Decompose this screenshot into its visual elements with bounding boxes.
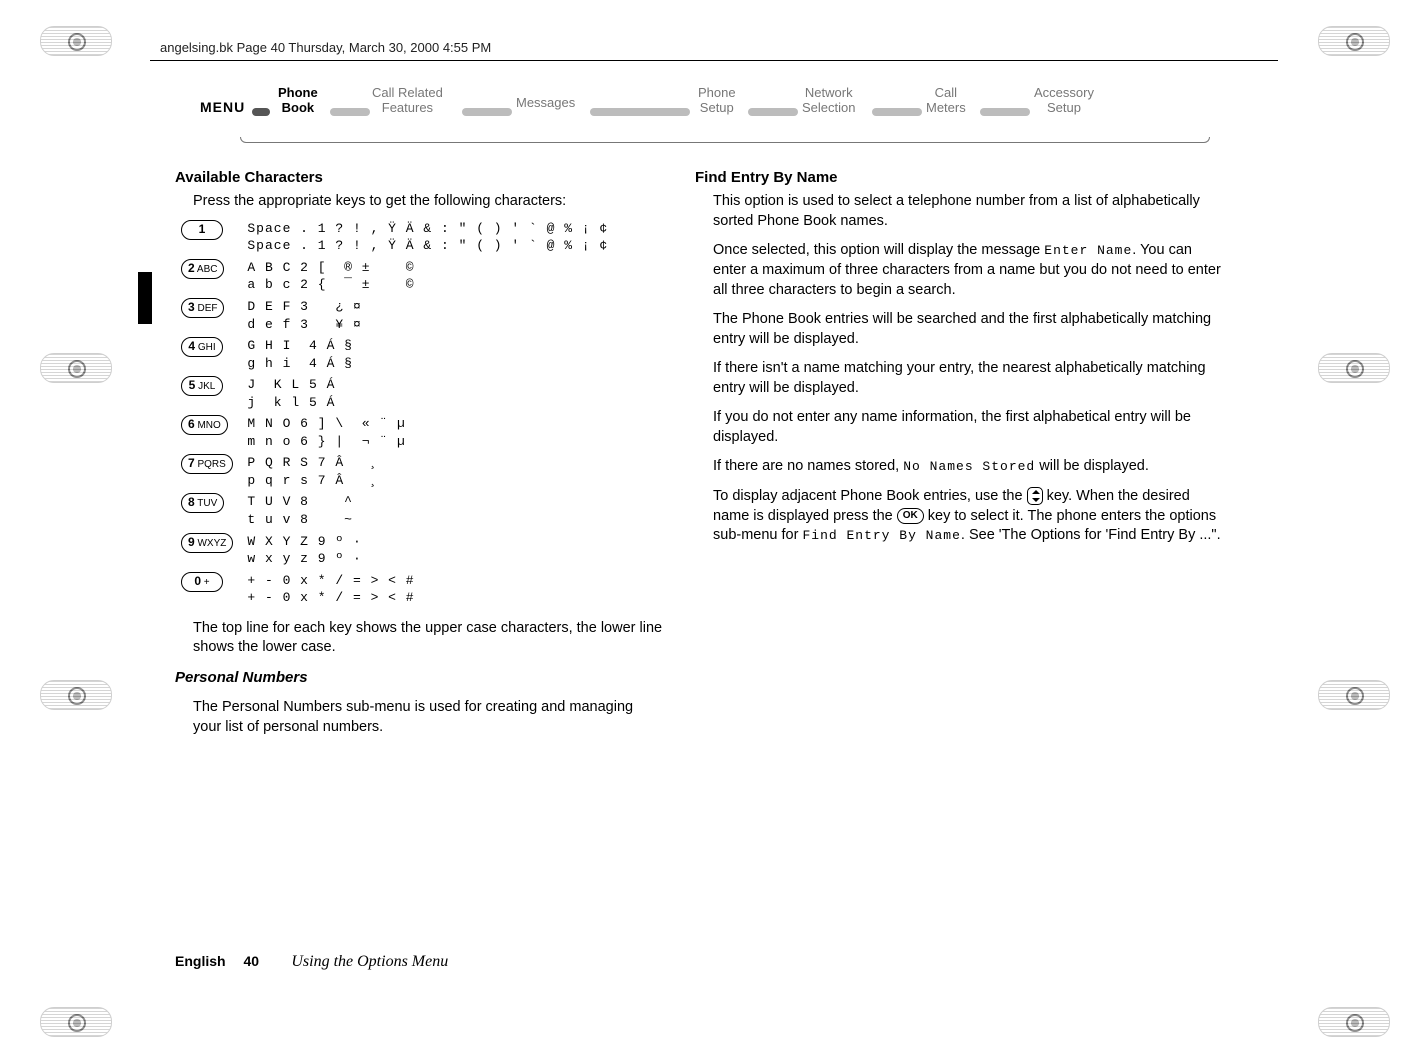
key-9-icon: 9 WXYZ (181, 533, 233, 553)
key-4-lower: g h i 4 Á § (247, 355, 608, 373)
key-3-lower: d e f 3 ¥ ¤ (247, 316, 608, 334)
key-2-icon: 2 ABC (181, 259, 224, 279)
key-8-icon: 8 TUV (181, 493, 224, 513)
key-5-icon: 5 JKL (181, 376, 223, 396)
find-p2: Once selected, this option will display … (713, 241, 1225, 300)
menu-ribbon: MENU PhoneBook Call RelatedFeatures Mess… (200, 85, 1210, 145)
key-7-lower: p q r s 7 Â ¸ (247, 472, 608, 490)
ribbon-item-call-related: Call RelatedFeatures (372, 85, 443, 115)
footer-language: English (175, 953, 226, 969)
key-1-upper: Space . 1 ? ! , Ÿ Ä & : " ( ) ' ` @ % ¡ … (247, 220, 608, 238)
key-4-upper: G H I 4 Á § (247, 337, 608, 355)
key-5-lower: j k l 5 Á (247, 394, 608, 412)
key-7-icon: 7 PQRS (181, 454, 233, 474)
footer-page-number: 40 (243, 953, 273, 969)
key-7-upper: P Q R S 7 Â ¸ (247, 454, 608, 472)
chars-intro: Press the appropriate keys to get the fo… (193, 192, 665, 212)
ribbon-item-messages: Messages (516, 95, 575, 110)
code-enter-name: Enter Name (1044, 243, 1132, 258)
ribbon-item-phone-setup: PhoneSetup (698, 85, 736, 115)
find-p3: The Phone Book entries will be searched … (713, 310, 1225, 349)
ribbon-item-network-selection: NetworkSelection (802, 85, 855, 115)
heading-available-characters: Available Characters (175, 168, 665, 188)
key-0-upper: + - 0 x * / = > < # (247, 572, 608, 590)
page-footer: English 40 Using the Options Menu (175, 953, 448, 971)
key-8-upper: T U V 8 ^ (247, 493, 608, 511)
chars-note: The top line for each key shows the uppe… (193, 619, 665, 658)
manual-page: { "header_line": "angelsing.bk Page 40 T… (0, 0, 1428, 1061)
find-p7: To display adjacent Phone Book entries, … (713, 487, 1225, 546)
ribbon-item-accessory-setup: AccessorySetup (1034, 85, 1094, 115)
find-p4: If there isn't a name matching your entr… (713, 359, 1225, 398)
key-6-icon: 6 MNO (181, 415, 228, 435)
find-p6: If there are no names stored, No Names S… (713, 457, 1225, 477)
key-6-lower: m n o 6 } | ¬ ¨ µ (247, 433, 608, 451)
key-4-icon: 4 GHI (181, 337, 223, 357)
spiral-binding-right (1308, 0, 1398, 1061)
spiral-binding-left (30, 0, 120, 1061)
ribbon-item-phone-book: PhoneBook (278, 85, 318, 115)
key-6-upper: M N O 6 ] \ « ¨ µ (247, 415, 608, 433)
left-column: Available Characters Press the appropria… (175, 168, 665, 737)
heading-personal-numbers: Personal Numbers (175, 668, 665, 688)
key-0-lower: + - 0 x * / = > < # (247, 589, 608, 607)
key-2-upper: A B C 2 [ ® ± © (247, 259, 608, 277)
code-no-names-stored: No Names Stored (903, 459, 1035, 474)
key-9-lower: w x y z 9 º · (247, 550, 608, 568)
key-0-icon: 0 + (181, 572, 223, 592)
key-2-lower: a b c 2 { ¯ ± © (247, 276, 608, 294)
ribbon-item-call-meters: CallMeters (926, 85, 966, 115)
key-8-lower: t u v 8 ~ (247, 511, 608, 529)
personal-numbers-body: The Personal Numbers sub-menu is used fo… (193, 698, 665, 737)
footer-chapter: Using the Options Menu (291, 953, 448, 970)
right-column: Find Entry By Name This option is used t… (695, 168, 1225, 546)
menu-label: MENU (200, 99, 245, 115)
key-1-lower: Space . 1 ? ! , Ÿ Ä & : " ( ) ' ` @ % ¡ … (247, 237, 608, 255)
running-header: angelsing.bk Page 40 Thursday, March 30,… (160, 40, 491, 55)
scroll-key-icon (1027, 487, 1043, 505)
section-tab (138, 272, 152, 324)
key-5-upper: J K L 5 Á (247, 376, 608, 394)
key-1-icon: 1 (181, 220, 223, 240)
heading-find-entry: Find Entry By Name (695, 168, 1225, 188)
header-rule (150, 60, 1278, 61)
key-3-upper: D E F 3 ¿ ¤ (247, 298, 608, 316)
code-find-entry-by-name: Find Entry By Name (802, 528, 960, 543)
ok-key-icon: OK (897, 508, 924, 524)
find-p5: If you do not enter any name information… (713, 408, 1225, 447)
key-9-upper: W X Y Z 9 º · (247, 533, 608, 551)
character-key-table: 1 Space . 1 ? ! , Ÿ Ä & : " ( ) ' ` @ % … (181, 218, 608, 609)
find-p1: This option is used to select a telephon… (713, 192, 1225, 231)
key-3-icon: 3 DEF (181, 298, 224, 318)
